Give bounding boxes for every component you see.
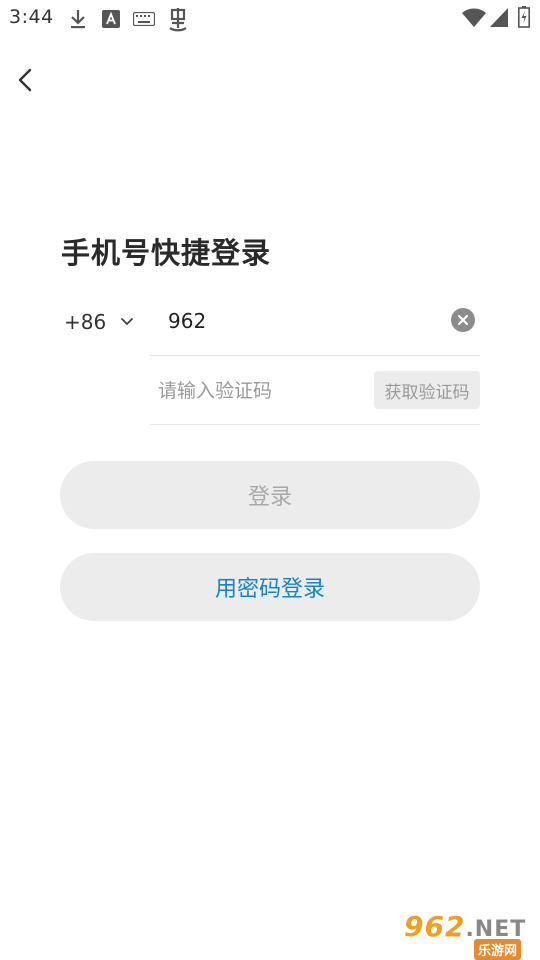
password-login-button[interactable]: 用密码登录 [60,553,480,621]
chevron-left-icon [18,68,32,92]
page-title: 手机号快捷登录 [61,236,272,270]
download-icon [68,8,88,30]
back-button[interactable] [10,64,42,96]
clear-phone-button[interactable] [451,308,475,332]
status-time: 3:44 [9,6,54,28]
code-divider [150,424,480,425]
close-icon [457,314,469,326]
verification-code-input[interactable] [158,374,358,408]
get-code-button[interactable]: 获取验证码 [374,371,480,409]
login-screen: 3:44 手机号快捷登录 +86 962 请输入验证码 获取验证码 登录 用密码… [0,0,540,960]
country-code-selector[interactable]: +86 [64,308,134,336]
status-bar: 3:44 [0,0,540,38]
watermark-sub: 乐游网 [474,939,522,960]
wifi-icon [462,8,486,28]
watermark-logo: 962.NET 乐游网 [400,910,536,960]
a-badge-icon [102,10,120,28]
country-code-label: +86 [64,310,107,334]
keyboard-icon [133,12,155,26]
login-button[interactable]: 登录 [60,461,480,529]
watermark-number: 962 [404,910,466,943]
cellular-signal-icon [490,8,508,28]
bug-icon [166,6,190,32]
phone-divider [150,355,480,356]
phone-input[interactable] [168,304,438,338]
battery-charging-icon [518,6,530,28]
chevron-down-icon [121,318,134,326]
